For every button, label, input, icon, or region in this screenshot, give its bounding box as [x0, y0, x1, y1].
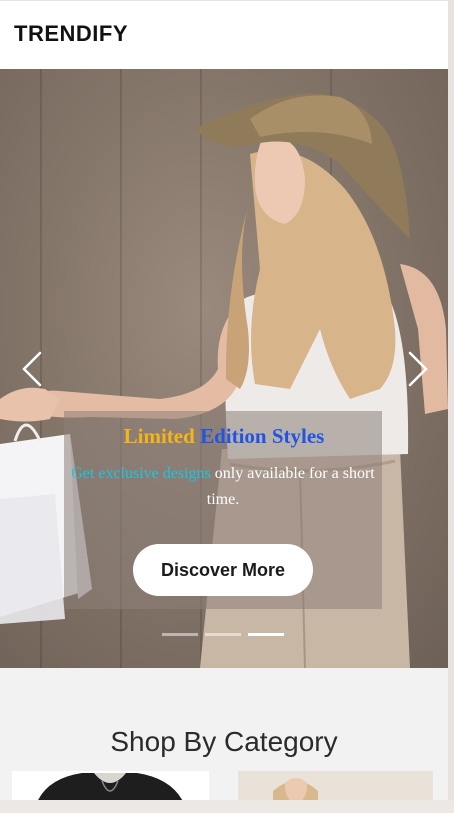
hero-carousel: Limited Edition Styles Get exclusive des…: [0, 69, 448, 668]
hero-title-word-2: Edition Styles: [200, 424, 325, 448]
brand-logo[interactable]: TRENDIFY: [14, 21, 128, 47]
category-section-title: Shop By Category: [110, 726, 338, 757]
page: TRENDIFY Limited Edition Styles Get excl…: [0, 0, 448, 800]
category-card-women[interactable]: [238, 771, 433, 800]
window-edge-bottom: [0, 800, 454, 813]
category-image-woman: [273, 778, 318, 800]
hero-title-word-1: Limited: [123, 424, 195, 448]
carousel-dot-2[interactable]: [205, 633, 241, 636]
hero-title: Limited Edition Styles: [0, 424, 448, 449]
carousel-dot-3[interactable]: [248, 633, 284, 636]
window-edge-right: [448, 0, 454, 813]
category-image-jacket: [38, 773, 183, 800]
hero-description-highlight: Get exclusive designs: [71, 465, 211, 482]
carousel-next-icon[interactable]: [402, 349, 432, 389]
carousel-dot-1[interactable]: [162, 633, 198, 636]
hero-description-rest: only available for a short time.: [206, 465, 375, 508]
discover-more-button[interactable]: Discover More: [133, 544, 313, 596]
site-header: TRENDIFY: [0, 0, 448, 69]
category-card-men[interactable]: [12, 771, 209, 800]
hero-description: Get exclusive designs only available for…: [64, 461, 382, 513]
carousel-prev-icon[interactable]: [18, 349, 48, 389]
